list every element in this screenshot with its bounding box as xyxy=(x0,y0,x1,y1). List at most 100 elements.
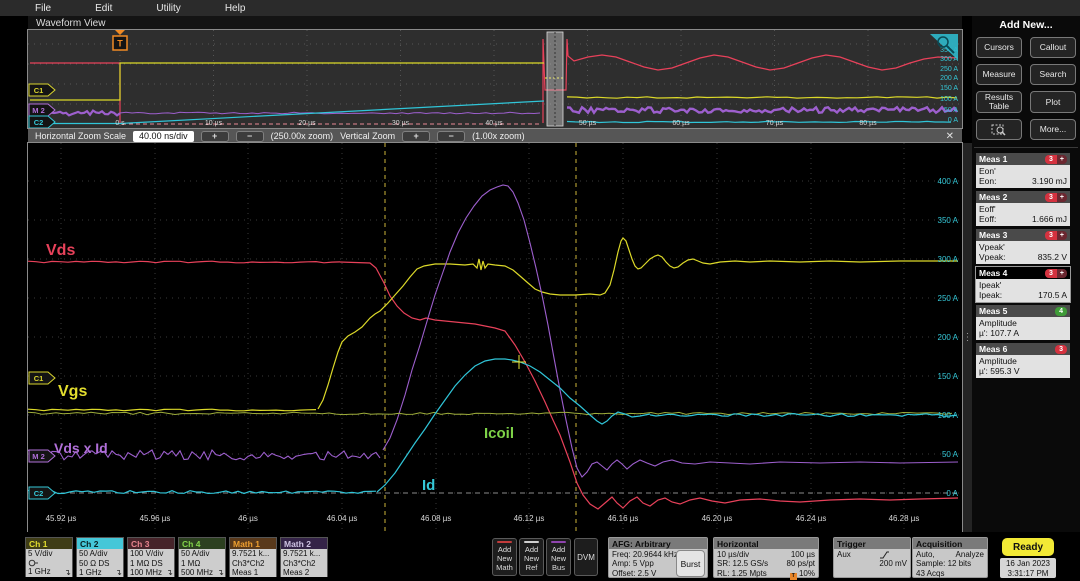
menu-item-help[interactable]: Help xyxy=(225,3,246,14)
meas-badge-meas-4[interactable]: Meas 43+Ipeak'Ipeak:170.5 A xyxy=(976,267,1070,302)
meas-badge-meas-3[interactable]: Meas 33+Vpeak'Vpeak:835.2 V xyxy=(976,229,1070,264)
meas-name: Amplitude xyxy=(979,356,1067,366)
add-new-ref-button[interactable]: AddNewRef xyxy=(519,538,544,576)
channel-termination xyxy=(28,559,70,567)
zoom-window-box[interactable] xyxy=(547,32,563,126)
channel-badge-math-1[interactable]: Math 19.7521 k...Ch3*Ch2Meas 1 xyxy=(229,537,277,577)
result-count-badge: 3+ xyxy=(1045,269,1067,278)
menu-bar: File Edit Utility Help xyxy=(0,0,1080,16)
current-axis-label: 0 A xyxy=(948,117,958,124)
acquisition-title: Acquisition xyxy=(913,538,987,549)
dvm-button[interactable]: DVM xyxy=(574,538,598,576)
menu-item-edit[interactable]: Edit xyxy=(95,3,112,14)
time-axis-label: 30 µs xyxy=(392,120,410,127)
meas-title: Meas 1 xyxy=(979,154,1007,164)
add-new-math-button[interactable]: AddNewMath xyxy=(492,538,517,576)
channel-badge-ch-2[interactable]: Ch 250 A/div50 Ω DS1 GHz↴ xyxy=(76,537,124,577)
current-axis-label: 250 A xyxy=(938,294,959,303)
acquisition-panel[interactable]: Acquisition Auto,Analyze Sample: 12 bits… xyxy=(912,537,988,578)
afg-panel[interactable]: AFG: Arbitrary Freq: 20.9644 kHz Amp: 5 … xyxy=(608,537,708,578)
meas-badge-meas-1[interactable]: Meas 13+Eon'Eon:3.190 mJ xyxy=(976,153,1070,188)
current-axis-label: 250 A xyxy=(940,66,958,73)
channel-scale: 50 A/div xyxy=(79,549,121,559)
channel-badge-ch-4[interactable]: Ch 450 A/div1 MΩ500 MHz↴ xyxy=(178,537,226,577)
acq-sample-bits: Sample: 12 bits xyxy=(916,559,984,568)
add-new-title: Add New... xyxy=(972,19,1080,31)
trace-vgs xyxy=(318,238,958,409)
zoom-scale-value[interactable]: 40.00 ns/div xyxy=(133,131,194,142)
panel-splitter[interactable]: ⋮ xyxy=(963,143,972,532)
channel-badge-ch-1[interactable]: Ch 15 V/div1 GHz↴ xyxy=(25,537,73,577)
meas-badge-meas-6[interactable]: Meas 63Amplitudeµ': 595.3 V xyxy=(976,343,1070,378)
vzoom-minus-button[interactable]: − xyxy=(437,131,465,142)
overview-waveform-svg: 0 s10 µs20 µs30 µs40 µs50 µs60 µs70 µs80… xyxy=(28,30,962,128)
acq-analyze: Analyze xyxy=(956,550,984,559)
divider xyxy=(974,147,1078,148)
trace-vdsxid-overview xyxy=(567,107,957,113)
horizontal-zoom-bar: Horizontal Zoom Scale 40.00 ns/div + − (… xyxy=(28,129,962,143)
menu-item-utility[interactable]: Utility xyxy=(156,3,180,14)
result-count-badge: 3+ xyxy=(1045,155,1067,164)
add-new-bus-button[interactable]: AddNewBus xyxy=(546,538,571,576)
bottom-settings-bar: Ch 15 V/div1 GHz↴Ch 250 A/div50 Ω DS1 GH… xyxy=(0,532,1080,580)
color-strip xyxy=(551,541,566,543)
vertical-zoom-label: Vertical Zoom xyxy=(340,131,395,141)
zoomed-waveform-panel[interactable]: 45.92 µs45.96 µs46 µs46.04 µs46.08 µs46.… xyxy=(28,143,962,532)
waveform-view-title-bar: Waveform View xyxy=(28,16,962,30)
menu-corner-arrow-icon: ↴ xyxy=(166,568,173,578)
add-new-results-tablebutton[interactable]: Results Table xyxy=(976,91,1022,113)
add-new-calloutbutton[interactable]: Callout xyxy=(1030,37,1076,58)
channel-name: Ch 2 xyxy=(77,538,123,549)
trigger-panel[interactable]: Trigger Aux 200 mV xyxy=(833,537,911,578)
trace-name-label: Id xyxy=(422,477,435,494)
add-new-measurebutton[interactable]: Measure xyxy=(976,64,1022,85)
trace-name-label: Icoil xyxy=(484,425,514,442)
close-zoom-icon[interactable]: ✕ xyxy=(946,131,954,142)
hzoom-plus-button[interactable]: + xyxy=(201,131,229,142)
overview-waveform-panel[interactable]: 0 s10 µs20 µs30 µs40 µs50 µs60 µs70 µs80… xyxy=(28,30,962,128)
trigger-marker-arrow-icon[interactable] xyxy=(115,30,125,35)
channel-badge-math-2[interactable]: Math 29.7521 k...Ch3*Ch2Meas 2 xyxy=(280,537,328,577)
trace-vds xyxy=(340,262,958,509)
zoom-area-button[interactable] xyxy=(976,119,1022,140)
meas-name: Ipeak' xyxy=(979,280,1067,290)
hzoom-minus-button[interactable]: − xyxy=(236,131,264,142)
meas-name: Amplitude xyxy=(979,318,1067,328)
current-axis-label: 0 A xyxy=(946,489,958,498)
menu-item-file[interactable]: File xyxy=(35,3,51,14)
vzoom-plus-button[interactable]: + xyxy=(402,131,430,142)
current-axis-label: 150 A xyxy=(940,85,958,92)
channel-bandwidth: Meas 1 xyxy=(232,568,274,578)
time-axis-label: 46.20 µs xyxy=(702,514,733,523)
trace-id-overview xyxy=(567,121,951,122)
channel-tag-label: M 2 xyxy=(32,452,45,461)
time-axis-label: 40 µs xyxy=(485,120,503,127)
channel-bandwidth: Meas 2 xyxy=(283,568,325,578)
afg-burst-button[interactable]: Burst xyxy=(676,550,705,577)
result-count-badge: 3+ xyxy=(1045,231,1067,240)
add-new-searchbutton[interactable]: Search xyxy=(1030,64,1076,85)
add-new-cursorsbutton[interactable]: Cursors xyxy=(976,37,1022,58)
h-record-length: RL: 1.25 Mpts xyxy=(717,569,767,580)
meas-value-label: µ': 107.7 A xyxy=(979,328,1019,338)
ready-status-badge: Ready xyxy=(1002,538,1054,556)
meas-badge-meas-5[interactable]: Meas 54Amplitudeµ': 107.7 A xyxy=(976,305,1070,340)
add-new-plotbutton[interactable]: Plot xyxy=(1030,91,1076,113)
channel-scale: 100 V/div xyxy=(130,549,172,559)
afg-title: AFG: Arbitrary xyxy=(609,538,707,549)
meas-title: Meas 4 xyxy=(979,268,1007,278)
horizontal-panel[interactable]: Horizontal 10 µs/div100 µs SR: 12.5 GS/s… xyxy=(713,537,819,578)
time-axis-label: 45.92 µs xyxy=(46,514,77,523)
current-axis-label: 200 A xyxy=(938,333,959,342)
h-span: 100 µs xyxy=(791,550,815,559)
meas-title: Meas 2 xyxy=(979,192,1007,202)
time-axis-label: 46.24 µs xyxy=(796,514,827,523)
trigger-marker-label: T xyxy=(117,39,123,49)
meas-badge-meas-2[interactable]: Meas 23+Eoff'Eoff:1.666 mJ xyxy=(976,191,1070,226)
add-new-more-button[interactable]: More... xyxy=(1030,119,1076,140)
expand-plus-icon: + xyxy=(1057,193,1067,202)
trigger-level: 200 mV xyxy=(879,559,907,568)
horizontal-title: Horizontal xyxy=(714,538,818,549)
channel-badge-ch-3[interactable]: Ch 3100 V/div1 MΩ DS100 MHz↴ xyxy=(127,537,175,577)
time-axis-label: 46.28 µs xyxy=(889,514,920,523)
